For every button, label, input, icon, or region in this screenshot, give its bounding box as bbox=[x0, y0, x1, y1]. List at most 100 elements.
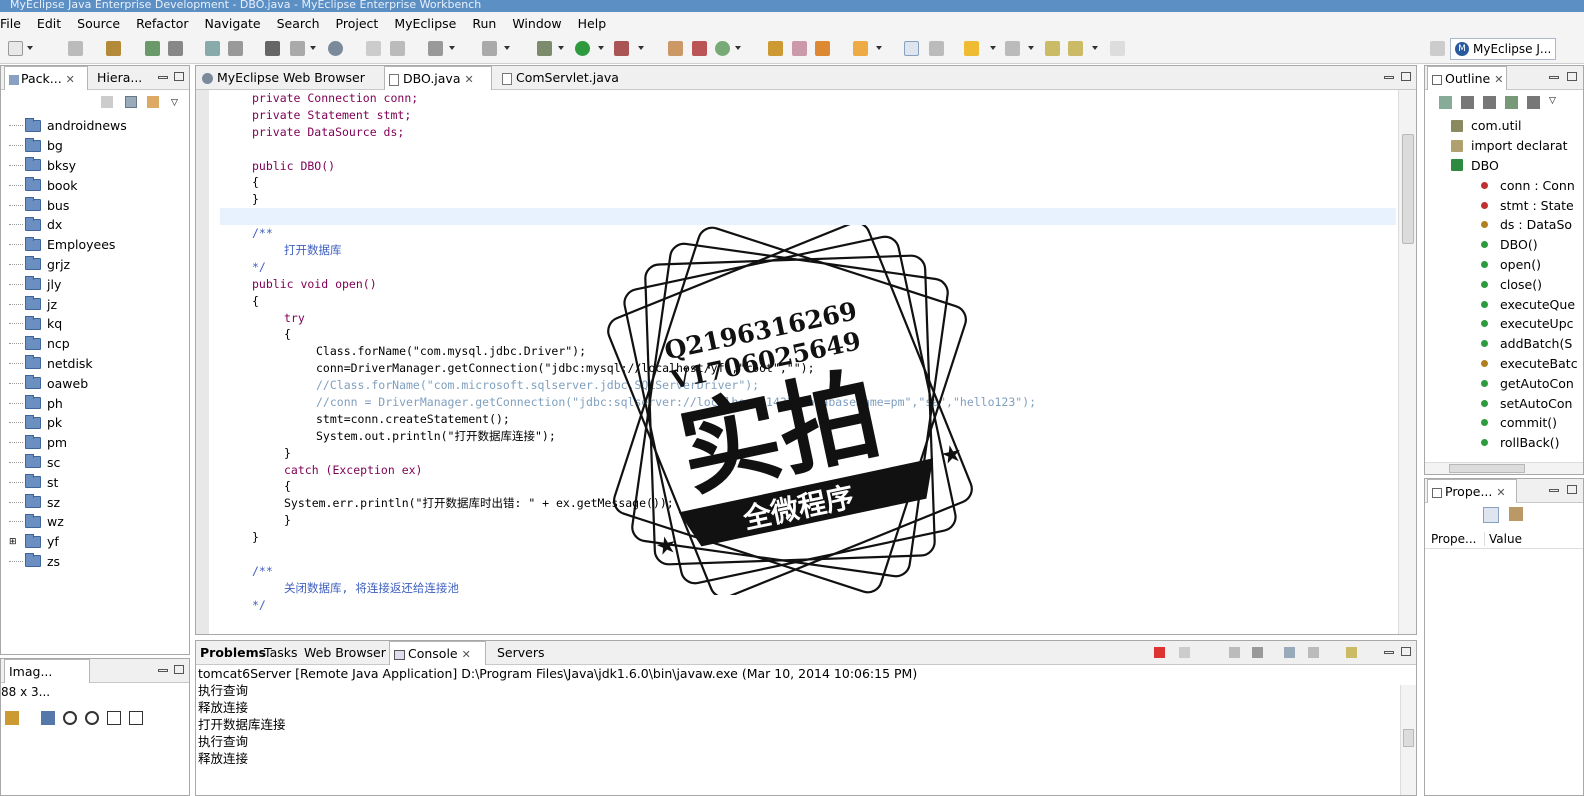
tree-item-22[interactable]: zs bbox=[9, 552, 127, 572]
close-icon[interactable]: ✕ bbox=[462, 648, 471, 661]
toolbar-icon[interactable] bbox=[366, 41, 381, 56]
tree-item-18[interactable]: st bbox=[9, 472, 127, 492]
minimize-icon[interactable] bbox=[1549, 489, 1559, 492]
package-icon[interactable] bbox=[106, 41, 121, 56]
toolbar-icon[interactable] bbox=[853, 41, 868, 56]
chevron-down-icon[interactable] bbox=[1092, 46, 1098, 50]
outline-item[interactable]: executeQue bbox=[1435, 294, 1578, 314]
maximize-icon[interactable] bbox=[1567, 72, 1577, 81]
minimize-icon[interactable] bbox=[1384, 651, 1394, 654]
hide-static-icon[interactable] bbox=[1483, 96, 1496, 109]
outline-item[interactable]: rollBack() bbox=[1435, 433, 1578, 453]
toolbar-icon[interactable] bbox=[929, 41, 944, 56]
tree-item-1[interactable]: bg bbox=[9, 136, 127, 156]
chevron-down-icon[interactable]: ▽ bbox=[1549, 96, 1556, 110]
outline-item[interactable]: import declarat bbox=[1435, 136, 1578, 156]
tab-servers[interactable]: Servers bbox=[493, 641, 549, 665]
close-icon[interactable]: ✕ bbox=[1496, 486, 1505, 499]
tab-hierarchy[interactable]: Hiera... bbox=[93, 66, 146, 90]
minimize-icon[interactable] bbox=[158, 669, 168, 672]
print-icon[interactable] bbox=[68, 41, 83, 56]
minimize-icon[interactable] bbox=[1549, 76, 1559, 79]
chevron-down-icon[interactable] bbox=[990, 46, 996, 50]
tab-comservlet-java[interactable]: ComServlet.java bbox=[498, 66, 623, 90]
chevron-down-icon[interactable] bbox=[876, 46, 882, 50]
hide-local-types-icon[interactable] bbox=[1527, 96, 1540, 109]
tree-item-10[interactable]: kq bbox=[9, 314, 127, 334]
menu-edit[interactable]: Edit bbox=[37, 16, 61, 31]
maximize-icon[interactable] bbox=[174, 665, 184, 674]
tool-icon[interactable] bbox=[228, 41, 243, 56]
tree-item-13[interactable]: oaweb bbox=[9, 373, 127, 393]
console-scrollbar[interactable] bbox=[1400, 685, 1416, 795]
scrollbar-thumb[interactable] bbox=[1449, 464, 1525, 473]
tree-item-20[interactable]: wz bbox=[9, 512, 127, 532]
code-line[interactable]: { bbox=[220, 326, 1396, 343]
annotation-icon[interactable] bbox=[964, 41, 979, 56]
jsp-icon[interactable] bbox=[290, 41, 305, 56]
tree-item-16[interactable]: pm bbox=[9, 433, 127, 453]
scroll-lock-icon[interactable] bbox=[1252, 647, 1263, 658]
outline-hscrollbar[interactable] bbox=[1425, 462, 1583, 474]
code-line[interactable]: private Connection conn; bbox=[220, 90, 1396, 107]
chevron-down-icon[interactable] bbox=[449, 46, 455, 50]
menu-help[interactable]: Help bbox=[578, 16, 607, 31]
new-icon[interactable] bbox=[8, 41, 23, 56]
code-line[interactable]: catch (Exception ex) bbox=[220, 462, 1396, 479]
debug-icon[interactable] bbox=[145, 41, 160, 56]
open-console-icon[interactable] bbox=[1346, 647, 1357, 658]
tree-item-6[interactable]: Employees bbox=[9, 235, 127, 255]
outline-item[interactable]: addBatch(S bbox=[1435, 334, 1578, 354]
toolbar-icon[interactable] bbox=[482, 41, 497, 56]
toolbar-icon[interactable] bbox=[792, 41, 807, 56]
menu-project[interactable]: Project bbox=[336, 16, 379, 31]
toolbar-icon[interactable] bbox=[668, 41, 683, 56]
code-line[interactable]: private Statement stmt; bbox=[220, 107, 1396, 124]
actual-size-icon[interactable] bbox=[107, 711, 121, 725]
code-line[interactable]: public DBO()− bbox=[220, 158, 1396, 175]
tab-dbo-java[interactable]: DBO.java ✕ bbox=[384, 66, 492, 90]
code-line[interactable]: } bbox=[220, 191, 1396, 208]
chevron-down-icon[interactable] bbox=[558, 46, 564, 50]
toolbar-icon[interactable] bbox=[5, 711, 19, 725]
tree-item-19[interactable]: sz bbox=[9, 492, 127, 512]
chevron-down-icon[interactable] bbox=[638, 46, 644, 50]
code-line[interactable]: private DataSource ds; bbox=[220, 124, 1396, 141]
code-line[interactable]: Class.forName("com.mysql.jdbc.Driver"); bbox=[220, 343, 1396, 360]
categories-icon[interactable] bbox=[1483, 507, 1499, 523]
collapse-all-icon[interactable] bbox=[125, 96, 137, 108]
menu-source[interactable]: Source bbox=[77, 16, 120, 31]
menu-myeclipse[interactable]: MyEclipse bbox=[394, 16, 456, 31]
code-line[interactable]: System.err.println("打开数据库时出错: " + ex.get… bbox=[220, 495, 1396, 512]
open-perspective-icon[interactable] bbox=[1430, 41, 1445, 56]
tree-item-3[interactable]: book bbox=[9, 175, 127, 195]
open-type-icon[interactable] bbox=[428, 41, 443, 56]
outline-item[interactable]: ds : DataSo bbox=[1435, 215, 1578, 235]
minimize-icon[interactable] bbox=[158, 76, 168, 79]
code-line[interactable] bbox=[220, 208, 1396, 226]
disconnect-icon[interactable] bbox=[1179, 647, 1190, 658]
globe-icon[interactable] bbox=[328, 41, 343, 56]
code-editor[interactable]: private Connection conn; private Statemen… bbox=[220, 90, 1396, 634]
forward-icon[interactable] bbox=[1068, 41, 1083, 56]
code-line[interactable]: { bbox=[220, 174, 1396, 191]
close-icon[interactable]: ✕ bbox=[66, 73, 75, 86]
outline-item[interactable]: DBO() bbox=[1435, 235, 1578, 255]
menu-file[interactable]: File bbox=[0, 16, 21, 31]
menu-window[interactable]: Window bbox=[512, 16, 561, 31]
code-line[interactable]: conn=DriverManager.getConnection("jdbc:m… bbox=[220, 360, 1396, 377]
outline-item[interactable]: open() bbox=[1435, 255, 1578, 275]
clear-console-icon[interactable] bbox=[1229, 647, 1240, 658]
maximize-icon[interactable] bbox=[1401, 72, 1411, 81]
outline-item[interactable]: DBO bbox=[1435, 156, 1578, 176]
web-icon[interactable] bbox=[265, 41, 280, 56]
scrollbar-thumb[interactable] bbox=[1402, 134, 1414, 244]
tree-item-12[interactable]: netdisk bbox=[9, 354, 127, 374]
external-tools-icon[interactable] bbox=[614, 41, 629, 56]
chevron-down-icon[interactable] bbox=[27, 46, 33, 50]
zoom-in-icon[interactable] bbox=[85, 711, 99, 725]
maximize-icon[interactable] bbox=[174, 72, 184, 81]
chevron-down-icon[interactable] bbox=[310, 46, 316, 50]
code-line[interactable] bbox=[220, 546, 1396, 563]
outline-item[interactable]: setAutoCon bbox=[1435, 393, 1578, 413]
